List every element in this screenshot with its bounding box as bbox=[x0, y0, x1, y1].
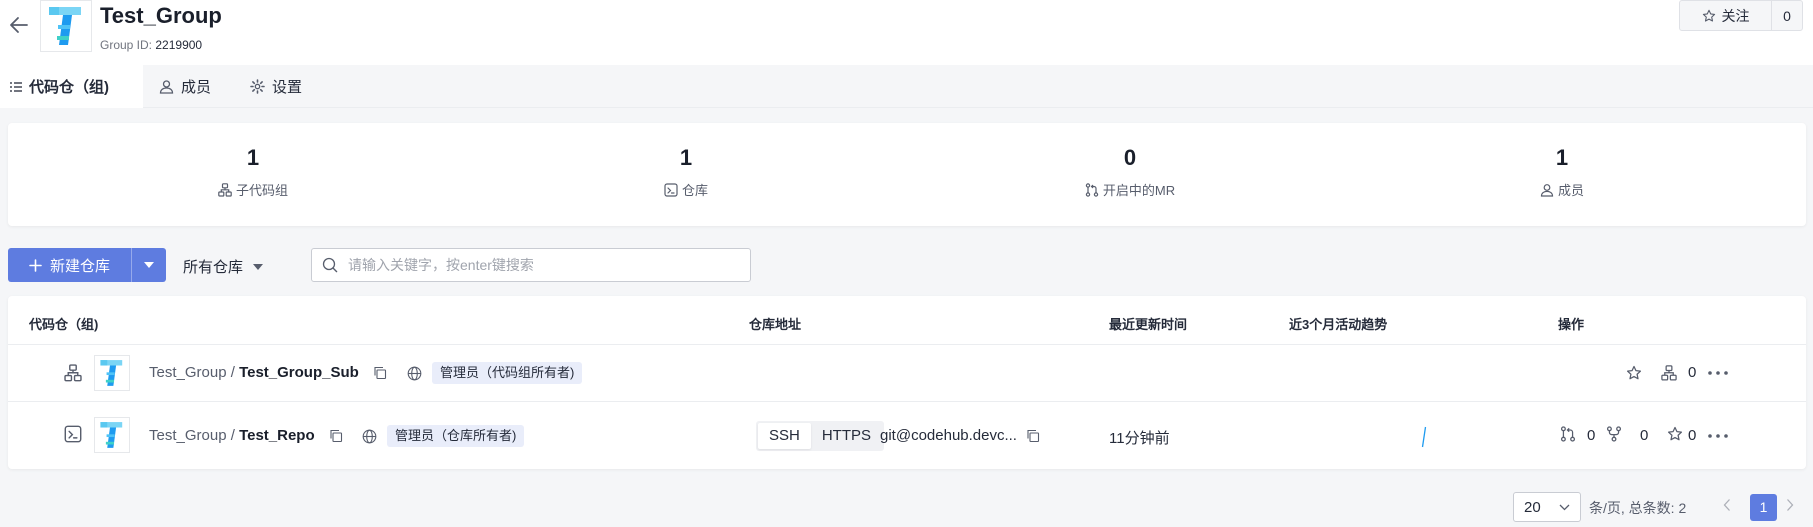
stat-repos-label: 仓库 bbox=[681, 183, 708, 198]
search-input[interactable] bbox=[348, 257, 738, 273]
role-badge: 管理员（代码组所有者) bbox=[432, 362, 583, 384]
star-count: 0 bbox=[1688, 427, 1697, 444]
stats-card: 1 子代码组 1 仓库 0 开启中的MR 1 成员 bbox=[8, 123, 1806, 226]
last-updated: 11分钟前 bbox=[1109, 430, 1170, 447]
stat-open-mrs-label: 开启中的MR bbox=[1102, 183, 1176, 198]
repo-icon bbox=[664, 182, 678, 197]
repo-address[interactable]: git@codehub.devc... bbox=[880, 427, 1017, 444]
subgroup-count: 0 bbox=[1688, 364, 1697, 381]
stat-subgroups[interactable]: 1 子代码组 bbox=[153, 123, 353, 226]
stat-open-mrs-value: 0 bbox=[1123, 145, 1137, 170]
activity-trend-sparkline bbox=[1421, 426, 1427, 448]
chevron-left-icon[interactable] bbox=[1723, 498, 1731, 512]
copy-icon[interactable] bbox=[329, 429, 343, 443]
tab-members-label: 成员 bbox=[181, 79, 212, 96]
group-title: Test_Group bbox=[100, 3, 222, 28]
copy-icon[interactable] bbox=[373, 366, 387, 380]
subgroup-name[interactable]: Test_Group_Sub bbox=[239, 364, 359, 381]
back-arrow-icon[interactable] bbox=[8, 14, 30, 36]
stat-subgroups-label: 子代码组 bbox=[235, 183, 288, 198]
repo-filter-label: 所有仓库 bbox=[183, 259, 244, 276]
repo-filter-dropdown[interactable]: 所有仓库 bbox=[183, 256, 264, 277]
page-number-button[interactable]: 1 bbox=[1750, 494, 1777, 521]
caret-down-icon bbox=[253, 263, 264, 270]
subgroup-icon bbox=[64, 364, 82, 382]
tab-repos[interactable]: 代码仓（组) bbox=[0, 65, 143, 108]
gear-icon bbox=[250, 79, 265, 94]
plus-icon bbox=[29, 258, 42, 272]
list-icon bbox=[10, 81, 22, 93]
follow-control: 关注 0 bbox=[1679, 0, 1803, 31]
member-icon bbox=[1540, 183, 1554, 197]
new-repo-split-button: 新建仓库 bbox=[8, 248, 166, 282]
chevron-down-icon bbox=[1559, 504, 1570, 511]
pagination-summary: 条/页, 总条数: 2 bbox=[1589, 500, 1687, 516]
more-icon[interactable] bbox=[1708, 371, 1728, 375]
protocol-switch: SSH HTTPS bbox=[756, 421, 885, 451]
page-size-select[interactable]: 20 bbox=[1513, 492, 1581, 522]
stat-subgroups-value: 1 bbox=[246, 145, 260, 170]
star-icon bbox=[1702, 9, 1716, 23]
subgroup-path[interactable]: Test_Group / Test_Group_Sub bbox=[149, 364, 359, 381]
repo-path[interactable]: Test_Group / Test_Repo bbox=[149, 427, 315, 444]
tab-settings-label: 设置 bbox=[272, 79, 303, 96]
page-header: Test_Group Group ID: 2219900 关注 0 bbox=[0, 0, 1813, 65]
repo-table: 代码仓（组) 仓库地址 最近更新时间 近3个月活动趋势 操作 Test_Grou… bbox=[8, 296, 1806, 469]
column-header-updated: 最近更新时间 bbox=[1109, 317, 1188, 332]
star-icon[interactable] bbox=[1667, 426, 1683, 442]
stat-repos-value: 1 bbox=[679, 145, 693, 170]
stat-open-mrs[interactable]: 0 开启中的MR bbox=[1030, 123, 1230, 226]
tab-settings[interactable]: 设置 bbox=[250, 65, 302, 108]
globe-icon bbox=[362, 429, 377, 444]
star-icon[interactable] bbox=[1626, 365, 1642, 381]
new-repo-dropdown-button[interactable] bbox=[132, 262, 166, 268]
more-icon[interactable] bbox=[1708, 434, 1728, 438]
repo-logo bbox=[94, 417, 130, 453]
protocol-ssh-button[interactable]: SSH bbox=[758, 423, 811, 449]
role-badge: 管理员（仓库所有者) bbox=[387, 425, 525, 447]
fork-icon[interactable] bbox=[1606, 426, 1622, 442]
stat-members-label: 成员 bbox=[1557, 183, 1584, 198]
column-header-repo: 代码仓（组) bbox=[29, 317, 99, 332]
copy-icon[interactable] bbox=[1026, 429, 1040, 443]
mr-count: 0 bbox=[1587, 427, 1596, 444]
chevron-right-icon[interactable] bbox=[1786, 498, 1794, 512]
tab-members[interactable]: 成员 bbox=[159, 65, 211, 108]
fork-count: 0 bbox=[1640, 427, 1649, 444]
merge-request-icon[interactable] bbox=[1560, 426, 1576, 442]
group-logo bbox=[40, 0, 92, 52]
table-row[interactable]: Test_Group / Test_Group_Sub 管理员（代码组所有者) … bbox=[8, 344, 1806, 401]
new-repo-label: 新建仓库 bbox=[49, 257, 110, 275]
tab-repos-label: 代码仓（组) bbox=[29, 79, 109, 96]
stat-members-value: 1 bbox=[1555, 145, 1569, 170]
search-icon bbox=[322, 257, 338, 273]
column-header-trend: 近3个月活动趋势 bbox=[1289, 317, 1388, 332]
stat-repos[interactable]: 1 仓库 bbox=[586, 123, 786, 226]
user-icon bbox=[159, 79, 174, 94]
follow-button[interactable]: 关注 bbox=[1680, 1, 1772, 30]
new-repo-button[interactable]: 新建仓库 bbox=[8, 248, 132, 282]
page-size-value: 20 bbox=[1524, 498, 1541, 516]
table-row[interactable]: Test_Group / Test_Repo 管理员（仓库所有者) SSH HT… bbox=[8, 401, 1806, 469]
subgroup-logo bbox=[94, 355, 130, 391]
protocol-https-button[interactable]: HTTPS bbox=[811, 423, 882, 449]
search-box bbox=[311, 248, 751, 282]
repo-name[interactable]: Test_Repo bbox=[239, 427, 315, 444]
subgroup-icon bbox=[218, 182, 232, 197]
globe-icon bbox=[407, 366, 422, 381]
column-header-actions: 操作 bbox=[1558, 317, 1585, 332]
follow-label: 关注 bbox=[1721, 7, 1750, 24]
repo-icon bbox=[64, 425, 82, 443]
caret-down-icon bbox=[144, 262, 154, 268]
merge-request-icon bbox=[1085, 182, 1099, 197]
subgroup-icon bbox=[1661, 365, 1677, 381]
group-id-value: 2219900 bbox=[155, 38, 203, 52]
tab-bar: 代码仓（组) 成员 设置 bbox=[0, 65, 1813, 108]
column-header-address: 仓库地址 bbox=[749, 317, 802, 332]
group-id: Group ID: 2219900 bbox=[100, 38, 203, 52]
follow-count: 0 bbox=[1783, 7, 1791, 24]
stat-members[interactable]: 1 成员 bbox=[1462, 123, 1662, 226]
